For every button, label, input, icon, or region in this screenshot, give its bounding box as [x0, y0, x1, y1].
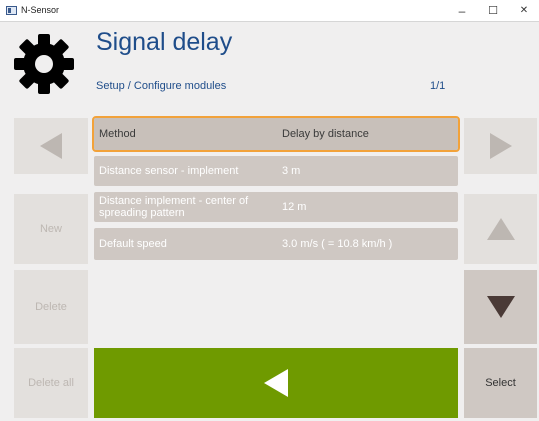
list-item[interactable]: Distance sensor - implement 3 m [94, 156, 458, 186]
delete-button[interactable]: Delete [14, 270, 88, 344]
row-label: Default speed [99, 238, 167, 250]
window-title: N-Sensor [21, 5, 60, 15]
row-label: Distance implement - center of spreading… [99, 195, 249, 219]
app-area: Signal delay Setup / Configure modules 1… [0, 22, 539, 421]
row-label: Distance sensor - implement [99, 165, 239, 177]
maximize-button[interactable]: ☐ [478, 0, 508, 22]
row-label: Method [99, 128, 136, 140]
app-icon [6, 6, 17, 15]
scroll-down-button[interactable] [464, 270, 537, 344]
arrow-right-icon [489, 133, 512, 159]
arrow-up-icon [486, 218, 515, 240]
select-button[interactable]: Select [464, 348, 537, 418]
breadcrumb: Setup / Configure modules [96, 80, 227, 92]
next-button[interactable] [464, 118, 537, 174]
back-button[interactable] [94, 348, 458, 418]
close-button[interactable]: ✕ [509, 0, 539, 22]
delete-all-button[interactable]: Delete all [14, 348, 88, 418]
previous-button[interactable] [14, 118, 88, 174]
gear-icon [14, 34, 74, 94]
back-arrow-icon [264, 369, 288, 397]
arrow-down-icon [486, 296, 515, 318]
window-titlebar: N-Sensor – ☐ ✕ [0, 0, 539, 22]
row-value: 3 m [282, 165, 301, 177]
page-title: Signal delay [96, 28, 233, 56]
scroll-up-button[interactable] [464, 194, 537, 264]
list-item[interactable]: Default speed 3.0 m/s ( = 10.8 km/h ) [94, 228, 458, 260]
row-value: 12 m [282, 201, 307, 213]
list-item[interactable]: Method Delay by distance [92, 116, 460, 152]
page-indicator: 1/1 [430, 80, 446, 92]
new-button[interactable]: New [14, 194, 88, 264]
arrow-left-icon [40, 133, 62, 159]
row-value: 3.0 m/s ( = 10.8 km/h ) [282, 238, 393, 250]
row-value: Delay by distance [282, 128, 369, 140]
minimize-button[interactable]: – [447, 0, 477, 22]
list-item[interactable]: Distance implement - center of spreading… [94, 192, 458, 222]
